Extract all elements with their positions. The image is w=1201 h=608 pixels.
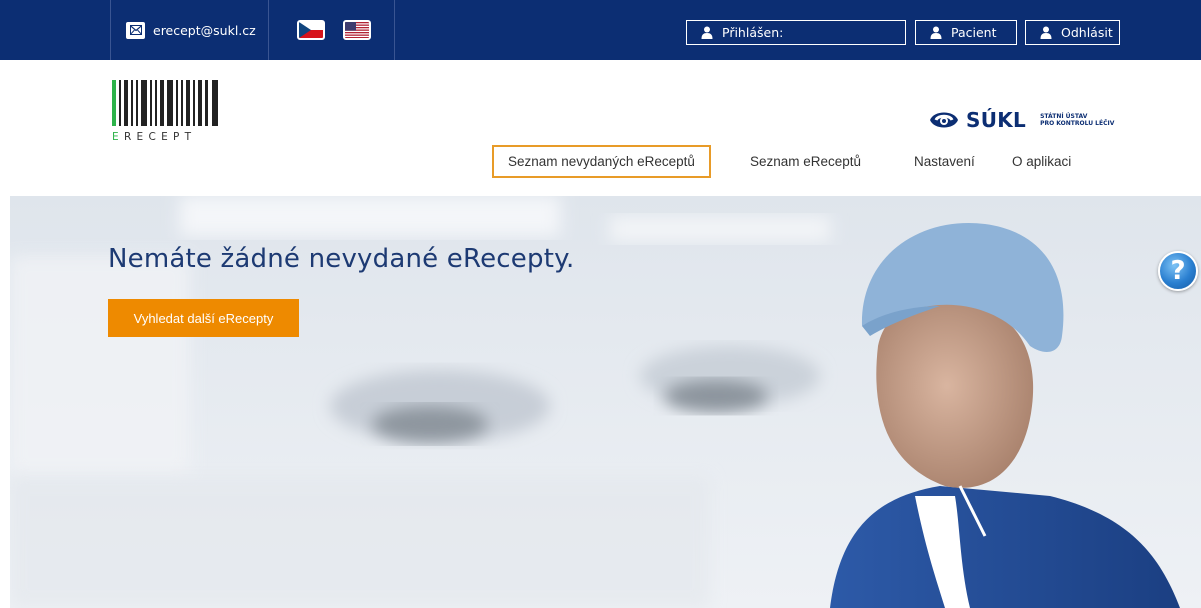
envelope-icon: [126, 21, 145, 39]
logo-first-letter: E: [112, 131, 124, 143]
help-icon[interactable]: ?: [1158, 251, 1198, 291]
sukl-subtitle: STÁTNÍ ÚSTAV PRO KONTROLU LÉČIV: [1040, 113, 1114, 127]
sukl-name: SÚKL: [966, 108, 1027, 132]
nav-item-label: Seznam eReceptů: [750, 154, 862, 169]
nav-item-label: Seznam nevydaných eReceptů: [508, 154, 695, 169]
nav-item-label: Nastavení: [914, 154, 975, 169]
sukl-sub-line-2: PRO KONTROLU LÉČIV: [1040, 120, 1115, 127]
sukl-logo[interactable]: SÚKL STÁTNÍ ÚSTAV PRO KONTROLU LÉČIV: [928, 104, 1114, 136]
top-separator: [268, 0, 269, 60]
nav-about[interactable]: O aplikaci: [1012, 145, 1071, 178]
user-icon: [701, 26, 713, 39]
patient-button[interactable]: Pacient: [915, 20, 1017, 45]
sukl-eye-icon: [930, 112, 958, 128]
nav-settings[interactable]: Nastavení: [914, 145, 975, 178]
logo-rest: RECEPT: [123, 131, 197, 143]
logout-label: Odhlásit: [1061, 25, 1113, 40]
nav-unissued-erecepts[interactable]: Seznam nevydaných eReceptů: [492, 145, 711, 178]
user-icon: [930, 26, 942, 39]
nav-item-label: O aplikaci: [1012, 154, 1072, 169]
top-separator: [110, 0, 111, 60]
us-flag-icon[interactable]: [343, 20, 371, 40]
cz-flag-icon[interactable]: [297, 20, 325, 40]
logout-button[interactable]: Odhlásit: [1025, 20, 1120, 45]
user-icon: [1040, 26, 1052, 39]
logged-in-field: Přihlášen:: [686, 20, 906, 45]
no-erecepts-heading: Nemáte žádné nevydané eRecepty.: [108, 244, 575, 274]
erecept-logo-text: ERECEPT: [112, 131, 196, 143]
top-bar: erecept@sukl.cz Přihlášen: Pacient Odhlá…: [0, 0, 1201, 60]
logged-in-label: Přihlášen:: [722, 25, 784, 40]
email-address: erecept@sukl.cz: [153, 22, 256, 38]
sukl-sub-line-1: STÁTNÍ ÚSTAV: [1040, 113, 1088, 120]
email-link[interactable]: erecept@sukl.cz: [126, 0, 256, 60]
top-separator: [394, 0, 395, 60]
nav-erecepts-list[interactable]: Seznam eReceptů: [750, 145, 861, 178]
patient-label: Pacient: [951, 25, 997, 40]
search-more-erecepts-button[interactable]: Vyhledat další eRecepty: [108, 299, 299, 337]
